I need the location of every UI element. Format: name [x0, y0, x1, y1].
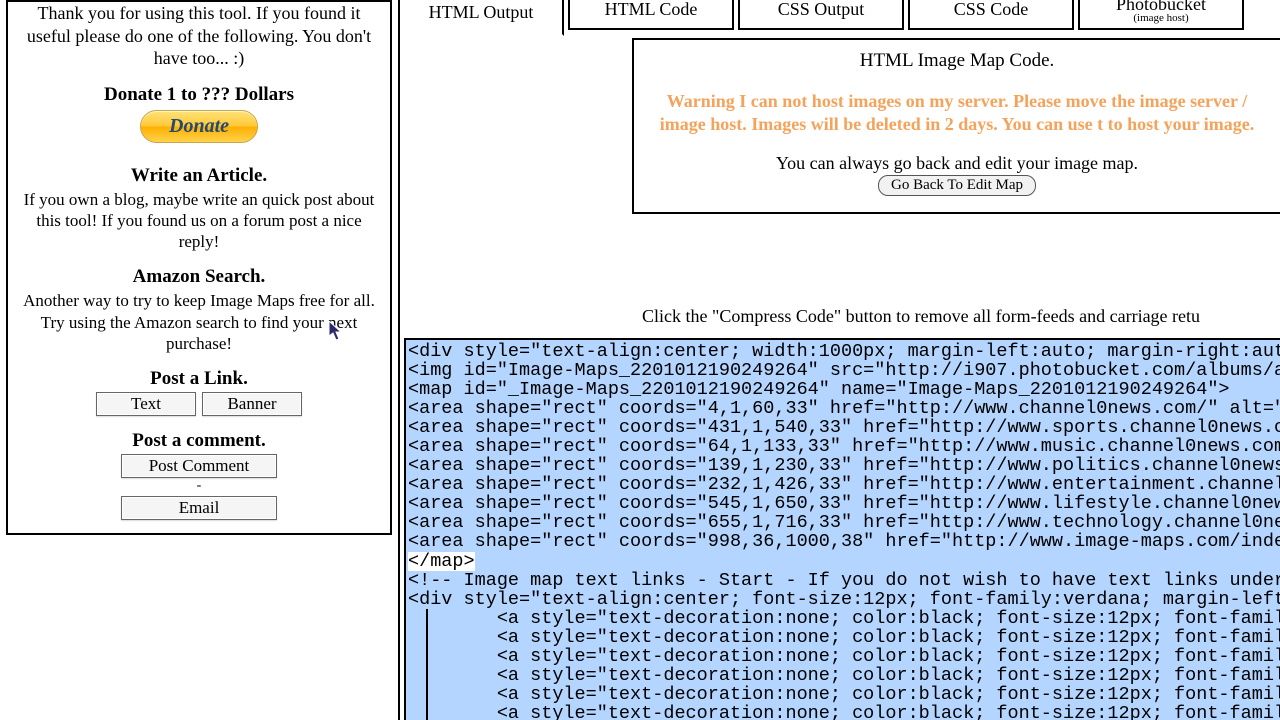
go-back-button[interactable]: Go Back To Edit Map	[878, 175, 1036, 196]
compress-note: Click the "Compress Code" button to remo…	[632, 306, 1280, 327]
main-area: HTML Image Map Code. Warning I can not h…	[398, 34, 1280, 720]
info-title: HTML Image Map Code.	[644, 50, 1270, 72]
tab-html-output[interactable]: HTML Output	[398, 0, 564, 36]
text-button[interactable]: Text	[96, 392, 196, 416]
post-comment-heading: Post a comment.	[16, 430, 382, 452]
post-link-heading: Post a Link.	[16, 368, 382, 390]
code-output[interactable]: <div style="text-align:center; width:100…	[404, 338, 1280, 720]
sidebar: Thank you for using this tool. If you fo…	[6, 0, 392, 535]
post-comment-button[interactable]: Post Comment	[121, 454, 277, 478]
amazon-heading: Amazon Search.	[16, 266, 382, 288]
amazon-desc: Another way to try to keep Image Maps fr…	[16, 290, 382, 354]
tab-css-output[interactable]: CSS Output	[738, 0, 904, 30]
tab-photobucket[interactable]: Photobucket (image host)	[1078, 0, 1244, 30]
tab-css-code[interactable]: CSS Code	[908, 0, 1074, 30]
separator-dash: -	[16, 478, 382, 494]
write-article-desc: If you own a blog, maybe write an quick …	[16, 189, 382, 253]
write-article-heading: Write an Article.	[16, 165, 382, 187]
banner-button[interactable]: Banner	[202, 392, 302, 416]
info-box: HTML Image Map Code. Warning I can not h…	[632, 38, 1280, 214]
warning-text: Warning I can not host images on my serv…	[644, 90, 1270, 135]
donate-heading: Donate 1 to ??? Dollars	[16, 84, 382, 106]
donate-button[interactable]: Donate	[140, 110, 258, 143]
intro-text: Thank you for using this tool. If you fo…	[16, 2, 382, 70]
email-button[interactable]: Email	[121, 496, 277, 520]
tab-html-code[interactable]: HTML Code	[568, 0, 734, 30]
edit-text: You can always go back and edit your ima…	[644, 153, 1270, 174]
tabs: HTML Output HTML Code CSS Output CSS Cod…	[398, 0, 1244, 36]
